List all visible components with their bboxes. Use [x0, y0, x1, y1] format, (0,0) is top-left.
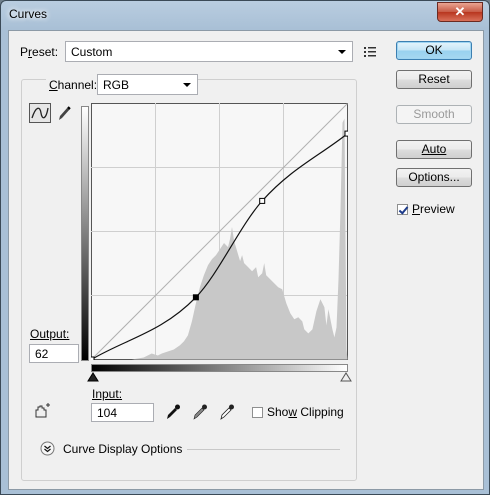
input-label: Input: — [92, 387, 123, 401]
preset-dropdown[interactable]: Custom — [65, 41, 353, 62]
title-bar[interactable]: Curves ✕ — [1, 1, 489, 29]
dialog-client-area: Preset: Custom OK Reset Smooth Auto Opti… — [8, 30, 484, 490]
preset-options-icon[interactable] — [364, 46, 376, 57]
options-button[interactable]: Options... — [396, 168, 472, 187]
expand-chevron-icon[interactable] — [40, 441, 55, 456]
curve-tool-button[interactable] — [29, 103, 51, 123]
auto-button[interactable]: Auto — [396, 140, 472, 159]
pencil-tool-icon[interactable] — [56, 104, 72, 122]
curve-display-options-label[interactable]: Curve Display Options — [63, 442, 182, 456]
chevron-down-icon — [338, 50, 346, 54]
divider — [187, 449, 340, 450]
preset-label: Preset: — [20, 45, 59, 59]
curve-point[interactable] — [344, 130, 348, 137]
curve-graph[interactable] — [91, 103, 348, 360]
chevron-down-icon — [183, 83, 191, 87]
curve-tool-icon — [31, 107, 49, 119]
reset-button[interactable]: Reset — [396, 70, 472, 89]
curve-point-selected[interactable] — [192, 294, 199, 301]
gray-eyedropper-icon[interactable] — [192, 403, 208, 421]
curve-point[interactable] — [91, 356, 95, 360]
white-point-slider[interactable] — [340, 372, 352, 382]
output-gradient-bar — [81, 106, 89, 361]
channel-dropdown[interactable]: RGB — [97, 74, 198, 95]
black-point-slider[interactable] — [87, 372, 99, 382]
black-eyedropper-icon[interactable] — [165, 403, 181, 421]
ok-button[interactable]: OK — [396, 41, 472, 60]
window-title: Curves — [9, 7, 48, 21]
output-field[interactable]: 62 — [29, 344, 79, 363]
channel-label: Channel: — [46, 78, 101, 92]
curve-point[interactable] — [259, 197, 266, 204]
input-gradient-bar — [91, 364, 348, 372]
white-eyedropper-icon[interactable] — [219, 403, 235, 421]
output-label: Output: — [30, 327, 70, 341]
preview-label: Preview — [412, 202, 455, 216]
smooth-button[interactable]: Smooth — [396, 105, 472, 124]
preset-value: Custom — [71, 45, 113, 59]
channel-value: RGB — [103, 78, 130, 92]
curves-dialog: Curves ✕ Preset: Custom OK Reset Smooth … — [0, 0, 490, 495]
show-clipping-checkbox[interactable] — [252, 407, 263, 418]
show-clipping-label: Show Clipping — [267, 405, 344, 419]
input-field[interactable]: 104 — [91, 403, 154, 422]
targeted-adjustment-icon[interactable] — [32, 403, 52, 421]
close-button[interactable]: ✕ — [437, 2, 483, 22]
preview-checkbox[interactable] — [397, 204, 408, 215]
